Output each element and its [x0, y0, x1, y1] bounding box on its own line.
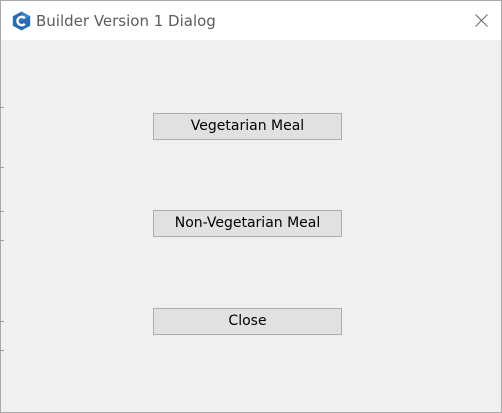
edge-tick-mark: [0, 167, 4, 168]
vegetarian-meal-button[interactable]: Vegetarian Meal: [153, 113, 342, 140]
csharp-c-icon: [12, 11, 31, 31]
edge-tick-mark: [0, 211, 4, 212]
edge-tick-mark: [0, 240, 4, 241]
window-close-button[interactable]: [461, 1, 501, 40]
title-bar[interactable]: Builder Version 1 Dialog: [1, 1, 501, 40]
dialog-window: Builder Version 1 Dialog Vegetarian Meal…: [0, 0, 502, 413]
edge-tick-mark: [0, 321, 4, 322]
window-title: Builder Version 1 Dialog: [36, 12, 216, 30]
non-vegetarian-meal-button[interactable]: Non-Vegetarian Meal: [153, 210, 342, 237]
edge-tick-mark: [0, 350, 4, 351]
close-button[interactable]: Close: [153, 308, 342, 335]
edge-tick-mark: [0, 107, 4, 108]
